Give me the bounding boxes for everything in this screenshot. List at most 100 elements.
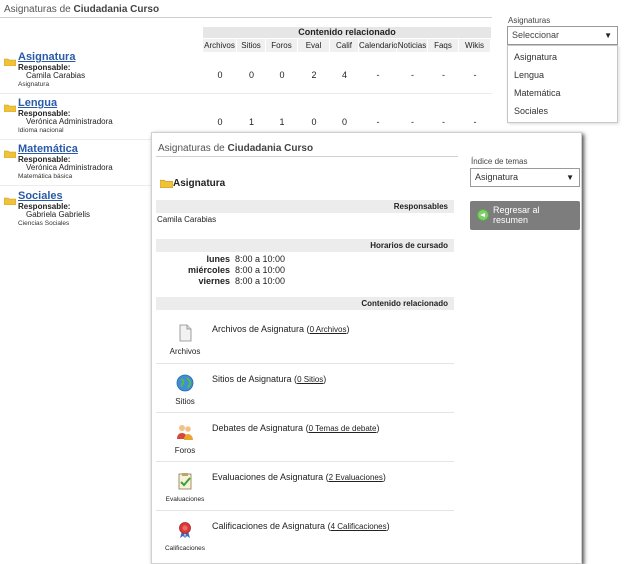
related-item-caption: Sitios xyxy=(175,397,195,406)
topic-index-select[interactable]: Asignatura ▼ xyxy=(470,168,580,187)
cell-archivos: 0 xyxy=(217,70,223,80)
related-item-foros[interactable]: Foros Debates de Asignatura (0 Temas de … xyxy=(156,412,454,460)
cell-calendario: - xyxy=(376,117,380,127)
related-item-sitios[interactable]: Sitios Sitios de Asignatura (0 Sitios) xyxy=(156,363,454,411)
subject-select[interactable]: Seleccionar ▼ xyxy=(507,26,618,45)
schedule-time: 8:00 a 10:00 xyxy=(235,276,286,286)
related-item-caption: Archivos xyxy=(169,347,201,356)
cell-eval: 0 xyxy=(311,117,317,127)
chevron-down-icon: ▼ xyxy=(604,31,612,40)
subject-select-label: Asignaturas xyxy=(508,16,551,25)
cell-faqs: - xyxy=(442,70,445,80)
header-divider xyxy=(0,17,492,18)
related-section-header: Contenido relacionado xyxy=(156,297,454,310)
back-to-summary-label: Regresar al resumen xyxy=(493,205,540,225)
chevron-down-icon: ▼ xyxy=(566,173,574,182)
related-item-text: Archivos de Asignatura (0 Archivos) xyxy=(212,324,350,334)
cell-calif: 0 xyxy=(341,117,347,127)
related-item-caption: Calificaciones xyxy=(164,545,206,552)
cell-foros: 1 xyxy=(279,117,285,127)
dropdown-option-asignatura[interactable]: Asignatura xyxy=(514,52,557,62)
topic-index-value: Asignatura xyxy=(475,172,519,182)
detail-subject-name: Asignatura xyxy=(173,178,226,189)
subject-link-sociales[interactable]: Sociales xyxy=(18,190,63,202)
col-header-archivos: Archivos xyxy=(203,39,237,52)
subject-link-asignatura[interactable]: Asignatura xyxy=(18,51,75,63)
dropdown-option-sociales[interactable]: Sociales xyxy=(514,106,548,116)
folder-icon xyxy=(4,58,16,66)
cell-calif: 4 xyxy=(341,70,347,80)
cell-sitios: 0 xyxy=(248,70,254,80)
related-item-text: Sitios de Asignatura (0 Sitios) xyxy=(212,374,327,384)
schedule-time: 8:00 a 10:00 xyxy=(235,265,286,275)
related-item-calificaciones[interactable]: Calificaciones Calificaciones de Asignat… xyxy=(156,510,454,558)
subject-subtitle: Ciencias Sociales xyxy=(18,220,70,227)
related-item-text: Debates de Asignatura (0 Temas de debate… xyxy=(212,423,380,433)
cell-noticias: - xyxy=(411,70,414,80)
foros-count-link[interactable]: 0 Temas de debate xyxy=(309,424,377,433)
forum-users-icon xyxy=(177,425,193,440)
schedule-day: miércoles xyxy=(187,265,230,275)
award-ribbon-icon xyxy=(179,522,191,538)
related-item-evaluaciones[interactable]: Evaluaciones Evaluaciones de Asignatura … xyxy=(156,461,454,509)
related-item-caption: Foros xyxy=(174,446,196,455)
evaluaciones-count-link[interactable]: 2 Evaluaciones xyxy=(329,473,383,482)
cell-noticias: - xyxy=(411,117,414,127)
globe-icon xyxy=(176,374,194,392)
responsable-name: Verónica Administradora xyxy=(26,163,113,172)
dropdown-option-matematica[interactable]: Matemática xyxy=(514,88,561,98)
responsable-name: Gabriela Gabrielis xyxy=(26,210,91,219)
cell-wikis: - xyxy=(473,70,477,80)
col-header-calif: Calif xyxy=(330,39,359,52)
detail-title-divider xyxy=(156,156,458,157)
cell-calendario: - xyxy=(376,70,380,80)
schedule-section-header: Horarios de cursado xyxy=(156,239,454,252)
folder-icon xyxy=(160,179,173,188)
col-header-sitios: Sitios xyxy=(237,39,266,52)
responsable-name: Verónica Administradora xyxy=(26,117,113,126)
checklist-icon xyxy=(178,473,192,490)
archivos-count-link[interactable]: 0 Archivos xyxy=(310,325,347,334)
col-header-eval: Eval xyxy=(298,39,330,52)
folder-icon xyxy=(4,104,16,112)
row-divider xyxy=(0,93,492,94)
related-content-header: Contenido relacionado xyxy=(203,27,491,38)
subject-subtitle: Matemática básica xyxy=(18,173,73,180)
dropdown-option-lengua[interactable]: Lengua xyxy=(514,70,544,80)
schedule-time: 8:00 a 10:00 xyxy=(235,254,286,264)
subject-detail-window: Asignaturas de Ciudadania Curso Asignatu… xyxy=(151,132,582,564)
back-to-summary-button[interactable]: Regresar al resumen xyxy=(470,201,580,230)
col-header-noticias: Noticias xyxy=(397,39,428,52)
subject-select-value: Seleccionar xyxy=(512,30,560,40)
folder-icon xyxy=(4,197,16,205)
related-item-text: Evaluaciones de Asignatura (2 Evaluacion… xyxy=(212,472,386,482)
cell-foros: 0 xyxy=(279,70,285,80)
back-arrow-icon xyxy=(477,209,489,221)
subject-dropdown: Asignatura Lengua Matemática Sociales xyxy=(507,45,618,123)
sitios-count-link[interactable]: 0 Sitios xyxy=(297,375,323,384)
subject-subtitle: Asignatura xyxy=(18,81,50,88)
schedule-day: viernes xyxy=(198,276,230,286)
topic-index-label: Índice de temas xyxy=(471,157,528,166)
detail-responsable: Camila Carabias xyxy=(157,215,217,224)
col-header-wikis: Wikis xyxy=(459,39,491,52)
related-item-caption: Evaluaciones xyxy=(165,496,205,503)
cell-archivos: 0 xyxy=(217,117,223,127)
page-header: Asignaturas de Ciudadania Curso xyxy=(4,4,160,15)
subject-link-matematica[interactable]: Matemática xyxy=(18,143,78,155)
related-item-text: Calificaciones de Asignatura (4 Califica… xyxy=(212,521,390,531)
subject-subtitle: Idioma nacional xyxy=(18,127,64,134)
folder-icon xyxy=(4,150,16,158)
document-icon xyxy=(179,324,192,342)
calificaciones-count-link[interactable]: 4 Calificaciones xyxy=(331,522,387,531)
schedule-day: lunes xyxy=(206,254,230,264)
cell-wikis: - xyxy=(473,117,477,127)
col-header-calendario: Calendario xyxy=(359,39,398,52)
cell-eval: 2 xyxy=(311,70,317,80)
detail-title: Asignaturas de Ciudadania Curso xyxy=(158,143,314,154)
responsables-section-header: Responsables xyxy=(156,200,454,213)
responsable-name: Camila Carabias xyxy=(26,71,86,80)
related-item-archivos[interactable]: Archivos Archivos de Asignatura (0 Archi… xyxy=(156,314,454,362)
cell-sitios: 1 xyxy=(248,117,254,127)
subject-link-lengua[interactable]: Lengua xyxy=(18,97,57,109)
